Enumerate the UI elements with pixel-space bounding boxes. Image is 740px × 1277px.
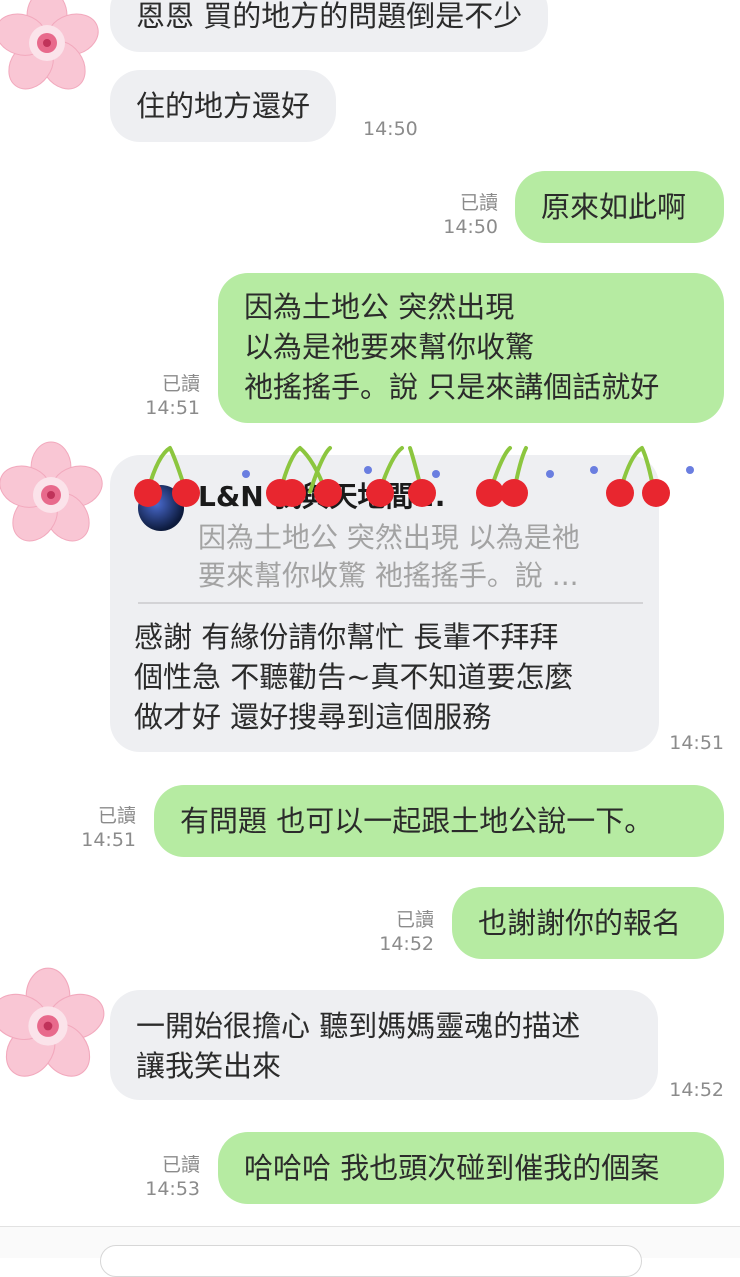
message-status: 已讀 14:51 xyxy=(142,372,200,420)
message-time: 14:51 xyxy=(81,829,136,851)
message-text: 讓我笑出來 xyxy=(136,1049,282,1083)
outgoing-message-bubble[interactable]: 哈哈哈 我也頭次碰到催我的個案 xyxy=(218,1132,724,1204)
outgoing-message-bubble[interactable]: 有問題 也可以一起跟土地公說一下。 xyxy=(154,785,724,857)
message-status: 已讀 14:53 xyxy=(142,1153,200,1201)
read-receipt: 已讀 xyxy=(161,1154,200,1176)
message-text: 感謝 有緣份請你幫忙 長輩不拜拜 個性急 不聽勸告~真不知道要怎麼 做才好 還好… xyxy=(134,620,574,734)
message-text: 哈哈哈 我也頭次碰到催我的個案 xyxy=(244,1151,660,1185)
quoted-text: 因為土地公 突然出現 以為是祂 要來幫你收驚 祂搖搖手。說 ... xyxy=(198,521,580,592)
incoming-message-bubble[interactable]: 恩恩 買的地方的問題倒是不少 xyxy=(110,0,549,52)
read-receipt: 已讀 xyxy=(395,909,434,931)
read-receipt: 已讀 xyxy=(459,192,498,214)
outgoing-message-bubble[interactable]: 因為土地公 突然出現 以為是祂要來幫你收驚 祂搖搖手。說 只是來講個話就好 xyxy=(218,273,724,423)
message-text: 因為土地公 突然出現 xyxy=(244,290,515,324)
sakura-avatar-icon[interactable] xyxy=(0,0,105,99)
message-status: 已讀 14:52 xyxy=(376,908,434,956)
message-text: 住的地方還好 xyxy=(136,89,311,123)
message-text: 恩恩 買的地方的問題倒是不少 xyxy=(136,0,523,33)
message-time: 14:50 xyxy=(443,216,498,238)
incoming-message-bubble[interactable]: 一開始很擔心 聽到媽媽靈魂的描述 讓我笑出來 xyxy=(110,990,658,1100)
message-text: 原來如此啊 xyxy=(541,190,687,224)
message-text: 也謝謝你的報名 xyxy=(478,906,682,940)
message-time: 14:51 xyxy=(145,397,200,419)
message-time: 14:52 xyxy=(669,1079,724,1101)
outgoing-message-bubble[interactable]: 也謝謝你的報名 xyxy=(452,887,724,959)
message-text: 祂搖搖手。說 只是來講個話就好 xyxy=(244,370,660,404)
message-status: 已讀 14:51 xyxy=(78,804,136,852)
sakura-avatar-icon[interactable] xyxy=(0,440,109,551)
message-text: 有問題 也可以一起跟土地公說一下。 xyxy=(180,804,654,838)
read-receipt: 已讀 xyxy=(97,805,136,827)
message-input[interactable] xyxy=(100,1245,642,1277)
message-time: 14:53 xyxy=(145,1178,200,1200)
incoming-message-bubble[interactable]: 住的地方還好 xyxy=(110,70,337,142)
sakura-avatar-icon[interactable] xyxy=(0,966,111,1087)
message-input-bar xyxy=(0,1226,740,1277)
message-time: 14:50 xyxy=(363,118,418,140)
message-text: 以為是祂要來幫你收驚 xyxy=(244,330,535,364)
outgoing-message-bubble[interactable]: 原來如此啊 xyxy=(515,171,724,243)
message-time: 14:51 xyxy=(669,732,724,754)
read-receipt: 已讀 xyxy=(161,373,200,395)
cherry-decoration-icon xyxy=(134,446,694,507)
message-text: 一開始很擔心 聽到媽媽靈魂的描述 xyxy=(136,1009,581,1043)
message-time: 14:52 xyxy=(379,933,434,955)
message-status: 已讀 14:50 xyxy=(440,191,498,239)
